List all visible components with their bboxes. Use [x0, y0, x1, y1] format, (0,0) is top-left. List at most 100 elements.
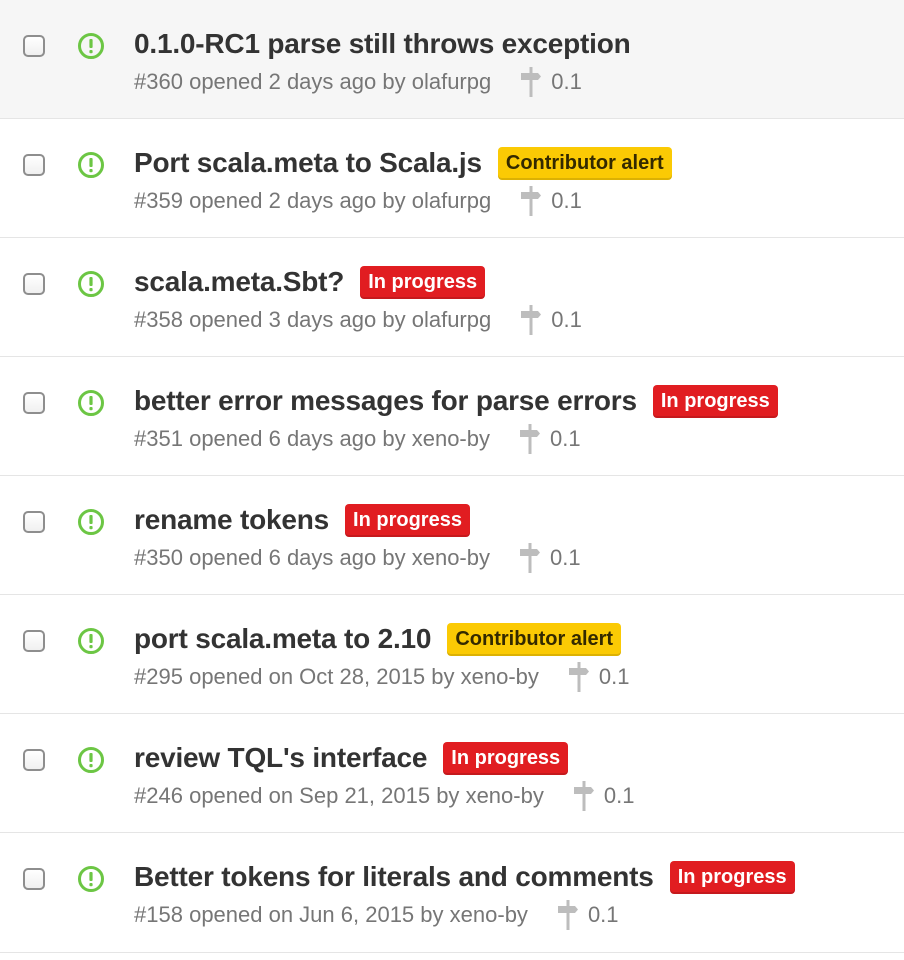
open-issue-icon	[78, 152, 104, 178]
author-link[interactable]: olafurpg	[412, 307, 492, 333]
open-issue-icon	[78, 33, 104, 59]
issue-title-link[interactable]: review TQL's interface	[134, 742, 427, 774]
title-line: scala.meta.Sbt? In progress	[134, 262, 486, 302]
milestone-label: 0.1	[598, 664, 630, 689]
select-checkbox[interactable]	[23, 35, 45, 57]
milestone-icon	[521, 67, 542, 97]
milestone-link[interactable]: 0.1	[519, 186, 582, 216]
title-line: review TQL's interface In progress	[134, 738, 569, 778]
milestone-link[interactable]: 0.1	[556, 900, 619, 930]
issue-title-link[interactable]: 0.1.0-RC1 parse still throws exception	[134, 28, 631, 60]
issue-title-link[interactable]: scala.meta.Sbt?	[134, 266, 344, 298]
open-issue-icon	[78, 390, 104, 416]
issue-title-link[interactable]: port scala.meta to 2.10	[134, 623, 432, 655]
author-link[interactable]: xeno-by	[450, 902, 528, 928]
author-link[interactable]: olafurpg	[412, 69, 492, 95]
open-issue-icon	[78, 628, 104, 654]
open-issue-icon	[78, 866, 104, 892]
issue-row[interactable]: Port scala.meta to Scala.js Contributor …	[0, 119, 904, 238]
title-line: Better tokens for literals and comments …	[134, 857, 795, 897]
milestone-icon	[557, 900, 578, 930]
opened-text: opened 6 days ago by	[189, 545, 406, 570]
issue-meta: #246 opened on Sep 21, 2015 by xeno-by 0…	[134, 778, 634, 814]
open-issue-icon	[78, 747, 104, 773]
label-contributor-alert[interactable]: Contributor alert	[447, 622, 622, 656]
issue-list: 0.1.0-RC1 parse still throws exception #…	[0, 0, 904, 953]
issue-number: #358	[134, 307, 183, 332]
issue-row[interactable]: scala.meta.Sbt? In progress #358 opened …	[0, 238, 904, 357]
issue-title-link[interactable]: rename tokens	[134, 504, 329, 536]
title-line: 0.1.0-RC1 parse still throws exception	[134, 24, 631, 64]
milestone-icon	[568, 662, 589, 692]
select-checkbox[interactable]	[23, 511, 45, 533]
label-in-progress[interactable]: In progress	[360, 265, 486, 299]
author-link[interactable]: xeno-by	[412, 545, 490, 571]
label-in-progress[interactable]: In progress	[345, 503, 470, 537]
label-in-progress[interactable]: In progress	[443, 741, 569, 775]
title-line: Port scala.meta to Scala.js Contributor …	[134, 143, 672, 183]
milestone-link[interactable]: 0.1	[567, 662, 630, 692]
label-in-progress[interactable]: In progress	[652, 384, 778, 418]
milestone-label: 0.1	[551, 307, 582, 332]
select-checkbox[interactable]	[23, 273, 45, 295]
select-checkbox[interactable]	[23, 868, 45, 890]
milestone-link[interactable]: 0.1	[572, 781, 635, 811]
issue-title-link[interactable]: Port scala.meta to Scala.js	[134, 147, 482, 179]
opened-text: opened 3 days ago by	[189, 307, 406, 332]
issue-meta: #295 opened on Oct 28, 2015 by xeno-by 0…	[134, 659, 630, 695]
author-link[interactable]: xeno-by	[412, 426, 490, 452]
milestone-icon	[521, 186, 542, 216]
issue-title-link[interactable]: better error messages for parse errors	[134, 385, 637, 417]
opened-text: opened on Oct 28, 2015 by	[189, 664, 455, 689]
open-issue-icon	[78, 509, 104, 535]
milestone-link[interactable]: 0.1	[518, 543, 581, 573]
issue-meta: #359 opened 2 days ago by olafurpg 0.1	[134, 183, 582, 219]
issue-meta: #351 opened 6 days ago by xeno-by 0.1	[134, 421, 581, 457]
author-link[interactable]: olafurpg	[412, 188, 492, 214]
opened-text: opened 2 days ago by	[189, 188, 406, 213]
select-checkbox[interactable]	[23, 392, 45, 414]
opened-text: opened on Sep 21, 2015 by	[189, 783, 460, 808]
opened-text: opened 2 days ago by	[189, 69, 406, 94]
issue-row[interactable]: 0.1.0-RC1 parse still throws exception #…	[0, 0, 904, 119]
issue-title-link[interactable]: Better tokens for literals and comments	[134, 861, 654, 893]
issue-number: #360	[134, 69, 183, 94]
issue-row[interactable]: port scala.meta to 2.10 Contributor aler…	[0, 595, 904, 714]
issue-row[interactable]: Better tokens for literals and comments …	[0, 833, 904, 953]
opened-text: opened 6 days ago by	[189, 426, 406, 451]
milestone-label: 0.1	[587, 902, 619, 927]
select-checkbox[interactable]	[23, 154, 45, 176]
milestone-icon	[520, 424, 540, 454]
select-checkbox[interactable]	[23, 749, 45, 771]
issue-meta: #350 opened 6 days ago by xeno-by 0.1	[134, 540, 581, 576]
milestone-label: 0.1	[551, 188, 582, 213]
milestone-icon	[573, 781, 594, 811]
issue-number: #350	[134, 545, 183, 570]
milestone-link[interactable]: 0.1	[518, 424, 581, 454]
issue-number: #246	[134, 783, 183, 808]
title-line: rename tokens In progress	[134, 500, 470, 540]
milestone-icon	[520, 543, 540, 573]
milestone-link[interactable]: 0.1	[519, 67, 582, 97]
title-line: port scala.meta to 2.10 Contributor aler…	[134, 619, 622, 659]
issue-number: #359	[134, 188, 183, 213]
select-checkbox[interactable]	[23, 630, 45, 652]
title-line: better error messages for parse errors I…	[134, 381, 778, 421]
issue-number: #295	[134, 664, 183, 689]
author-link[interactable]: xeno-by	[461, 664, 539, 690]
milestone-label: 0.1	[551, 69, 582, 94]
issue-meta: #158 opened on Jun 6, 2015 by xeno-by 0.…	[134, 897, 619, 933]
issue-row[interactable]: review TQL's interface In progress #246 …	[0, 714, 904, 833]
label-contributor-alert[interactable]: Contributor alert	[497, 146, 672, 180]
milestone-icon	[521, 305, 542, 335]
milestone-label: 0.1	[550, 426, 581, 451]
milestone-label: 0.1	[550, 545, 581, 570]
milestone-label: 0.1	[603, 783, 635, 808]
author-link[interactable]: xeno-by	[466, 783, 544, 809]
milestone-link[interactable]: 0.1	[519, 305, 582, 335]
issue-number: #158	[134, 902, 183, 927]
label-in-progress[interactable]: In progress	[669, 860, 795, 894]
issue-row[interactable]: better error messages for parse errors I…	[0, 357, 904, 476]
open-issue-icon	[78, 271, 104, 297]
issue-row[interactable]: rename tokens In progress #350 opened 6 …	[0, 476, 904, 595]
